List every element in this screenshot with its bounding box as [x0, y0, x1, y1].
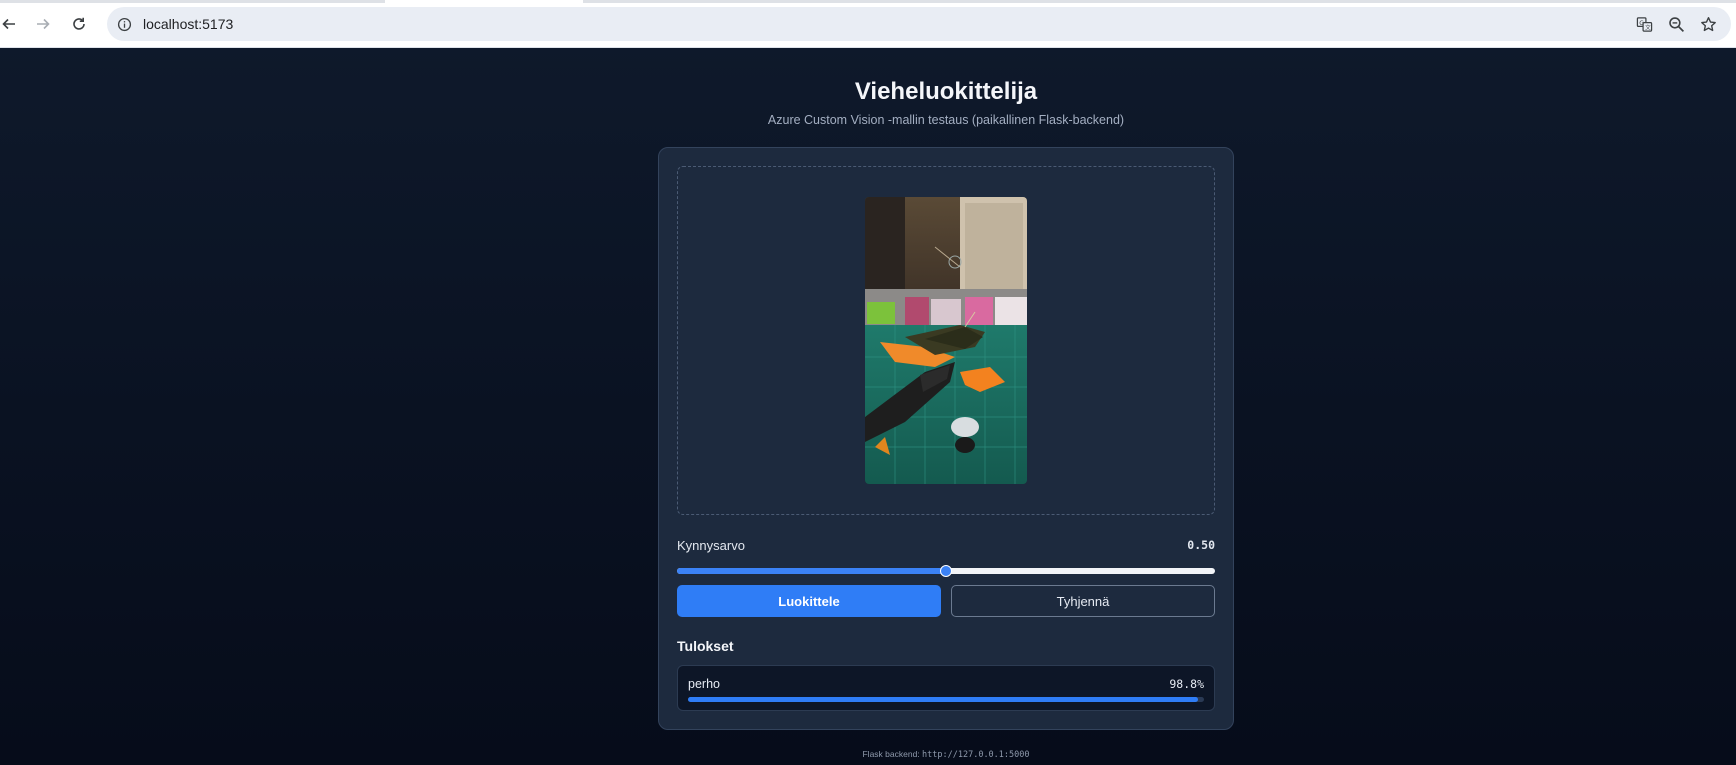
address-bar[interactable]: localhost:5173 G文 [107, 7, 1731, 41]
results-title: Tulokset [677, 638, 734, 654]
reload-icon[interactable] [66, 11, 92, 37]
image-dropzone[interactable] [677, 166, 1215, 515]
bookmark-star-icon[interactable] [1698, 14, 1718, 34]
result-item: perho 98.8% [677, 665, 1215, 711]
result-progress-track [688, 697, 1204, 702]
url-text[interactable]: localhost:5173 [143, 16, 233, 32]
page-title: Vieheluokittelija [854, 78, 1038, 105]
back-arrow-icon[interactable] [0, 11, 22, 37]
site-info-icon[interactable] [115, 15, 133, 33]
svg-text:G: G [1639, 19, 1644, 26]
page-subtitle: Azure Custom Vision -mallin testaus (pai… [767, 113, 1125, 127]
threshold-slider[interactable] [677, 565, 1215, 577]
threshold-label: Kynnysarvo [677, 538, 745, 553]
result-probability: 98.8% [1169, 677, 1204, 691]
threshold-slider-thumb[interactable] [940, 565, 952, 577]
threshold-slider-fill [677, 568, 946, 574]
footer: Flask backend: http://127.0.0.1:5000 [658, 749, 1234, 760]
clear-button[interactable]: Tyhjennä [951, 585, 1215, 617]
footer-label: Flask backend: [862, 749, 920, 759]
translate-icon[interactable]: G文 [1634, 14, 1654, 34]
result-progress-fill [688, 697, 1198, 702]
forward-arrow-icon[interactable] [30, 11, 56, 37]
tab-strip [0, 0, 1736, 3]
svg-text:文: 文 [1645, 23, 1651, 31]
threshold-value: 0.50 [1187, 538, 1215, 552]
classifier-card: Kynnysarvo 0.50 Luokittele Tyhjennä Tulo… [658, 147, 1234, 730]
footer-backend-url: http://127.0.0.1:5000 [922, 750, 1030, 760]
result-label: perho [688, 677, 720, 691]
classify-button[interactable]: Luokittele [677, 585, 941, 617]
zoom-icon[interactable] [1666, 14, 1686, 34]
browser-toolbar: localhost:5173 G文 [0, 0, 1736, 48]
image-preview [865, 197, 1027, 484]
